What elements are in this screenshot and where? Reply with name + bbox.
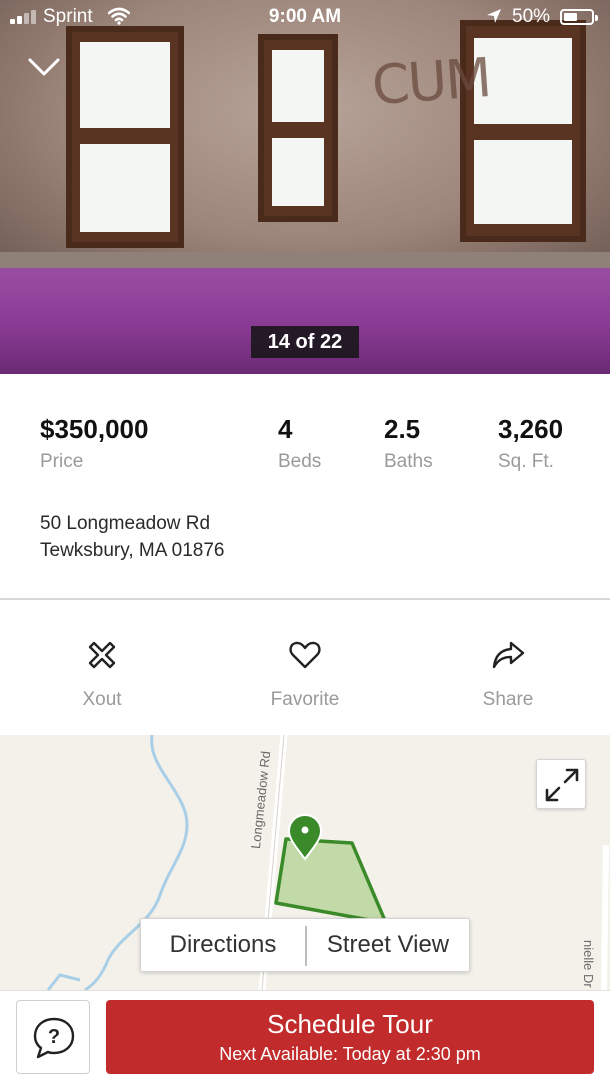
sqft-label: Sq. Ft. bbox=[498, 451, 554, 472]
parcel bbox=[274, 837, 388, 925]
sqft-value: 3,260 bbox=[498, 414, 564, 444]
xout-label: Xout bbox=[82, 689, 122, 710]
photo-graffiti: CUM bbox=[369, 45, 492, 118]
stat-sqft: 3,260 Sq. Ft. bbox=[498, 414, 563, 473]
location-arrow-icon bbox=[487, 9, 501, 23]
map-tabs: Directions Street View bbox=[140, 918, 470, 972]
baths-value: 2.5 bbox=[384, 414, 421, 444]
battery-icon bbox=[560, 9, 598, 25]
help-button[interactable]: ? bbox=[16, 1000, 90, 1074]
photo-window-left bbox=[66, 26, 184, 248]
favorite-button[interactable]: Favorite bbox=[245, 638, 365, 711]
road-label-2: nielle Dr bbox=[581, 940, 596, 988]
beds-value: 4 bbox=[278, 414, 293, 444]
next-available-label: Next Available: Today at 2:30 pm bbox=[219, 1044, 481, 1064]
address-line-2: Tewksbury, MA 01876 bbox=[40, 540, 225, 561]
expand-icon bbox=[545, 768, 579, 802]
help-chat-icon: ? bbox=[33, 1017, 75, 1059]
address: 50 Longmeadow Rd Tewksbury, MA 01876 bbox=[40, 510, 224, 564]
photo-baseboard bbox=[0, 252, 610, 268]
beds-label: Beds bbox=[278, 451, 322, 472]
stream-2 bbox=[46, 973, 81, 990]
baths-label: Baths bbox=[384, 451, 433, 472]
schedule-tour-button[interactable]: Schedule Tour Next Available: Today at 2… bbox=[106, 1000, 594, 1074]
address-line-1: 50 Longmeadow Rd bbox=[40, 513, 211, 534]
chevron-down-icon[interactable] bbox=[26, 52, 62, 82]
divider bbox=[0, 598, 610, 600]
schedule-tour-label: Schedule Tour bbox=[267, 1009, 433, 1039]
xout-button[interactable]: Xout bbox=[42, 638, 162, 711]
favorite-label: Favorite bbox=[270, 689, 340, 710]
road-east bbox=[601, 844, 609, 990]
photo-counter: 14 of 22 bbox=[251, 326, 359, 358]
expand-map-button[interactable] bbox=[536, 759, 586, 809]
xout-icon bbox=[88, 641, 116, 669]
svg-text:?: ? bbox=[48, 1026, 60, 1048]
heart-icon bbox=[289, 641, 321, 669]
photo-window-center bbox=[258, 34, 338, 222]
stat-beds: 4 Beds bbox=[278, 414, 321, 473]
battery-percent: 50% bbox=[512, 6, 551, 27]
share-label: Share bbox=[482, 689, 534, 710]
status-bar: Sprint 9:00 AM 50% bbox=[0, 0, 610, 34]
price-value: $350,000 bbox=[40, 414, 149, 444]
share-button[interactable]: Share bbox=[448, 638, 568, 711]
stat-baths: 2.5 Baths bbox=[384, 414, 433, 473]
listing-photo[interactable]: CUM Sprint 9:00 AM 50% 14 of 22 bbox=[0, 0, 610, 374]
stat-price: $350,000 Price bbox=[40, 414, 148, 473]
street-view-button[interactable]: Street View bbox=[307, 919, 469, 971]
price-label: Price bbox=[40, 451, 84, 472]
directions-button[interactable]: Directions bbox=[141, 919, 305, 971]
share-icon bbox=[492, 641, 525, 669]
